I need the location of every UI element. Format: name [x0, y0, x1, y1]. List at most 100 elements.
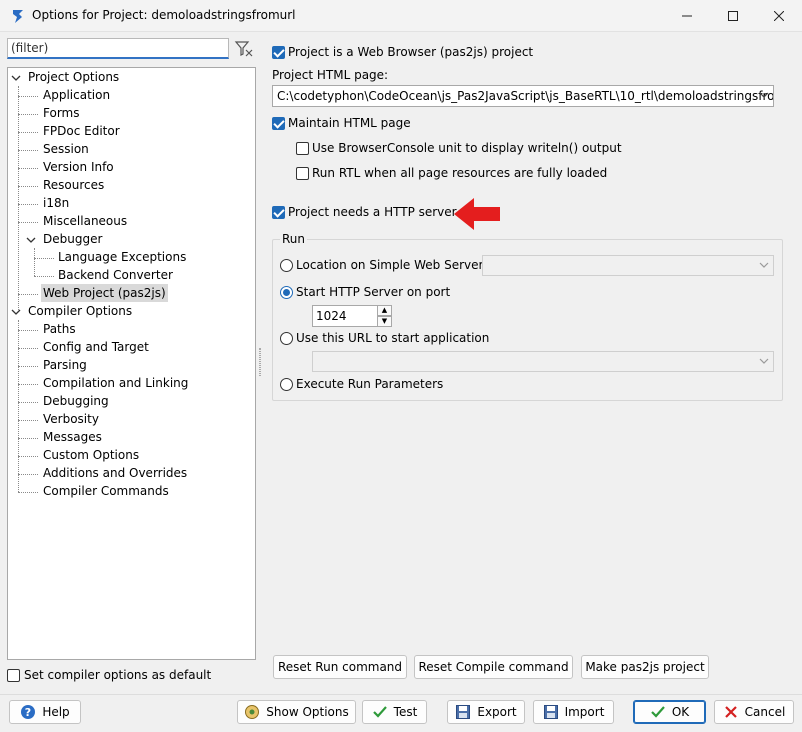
title-bar: Options for Project: demoloadstringsfrom…: [0, 0, 802, 32]
reset-run-button[interactable]: Reset Run command: [273, 655, 407, 679]
tree-item-messages[interactable]: Messages: [43, 428, 102, 446]
needs-http-checkbox[interactable]: [272, 206, 285, 219]
show-options-button[interactable]: Show Options: [237, 700, 356, 724]
clear-filter-icon[interactable]: [234, 39, 254, 59]
tree-item-paths[interactable]: Paths: [43, 320, 76, 338]
make-pas2js-button[interactable]: Make pas2js project: [581, 655, 709, 679]
tree-item-version-info[interactable]: Version Info: [43, 158, 114, 176]
location-simple-label: Location on Simple Web Server: [296, 258, 484, 272]
close-button[interactable]: [756, 0, 802, 32]
import-button-label: Import: [564, 705, 605, 719]
maintain-html-label: Maintain HTML page: [288, 116, 411, 130]
ok-button[interactable]: OK: [633, 700, 706, 724]
ok-button-label: OK: [671, 705, 690, 719]
needs-http-label: Project needs a HTTP server: [288, 205, 457, 219]
tree-item-application[interactable]: Application: [43, 86, 110, 104]
make-pas2js-button-label: Make pas2js project: [585, 660, 705, 674]
red-arrow-annotation: [454, 198, 500, 230]
start-http-radio[interactable]: [280, 286, 293, 299]
execute-params-radio[interactable]: [280, 378, 293, 391]
cancel-x-icon: [724, 706, 737, 718]
chevron-down-icon[interactable]: [11, 73, 21, 83]
tree-item-compilation-and-linking[interactable]: Compilation and Linking: [43, 374, 188, 392]
tree-item-custom-options[interactable]: Custom Options: [43, 446, 139, 464]
reset-compile-button-label: Reset Compile command: [418, 660, 569, 674]
web-browser-project-checkbox[interactable]: [272, 46, 285, 59]
maximize-icon: [728, 11, 738, 21]
html-page-value: C:\codetyphon\CodeOcean\js_Pas2JavaScrip…: [277, 89, 774, 103]
panel-splitter[interactable]: [259, 348, 261, 376]
browser-console-label: Use BrowserConsole unit to display write…: [312, 141, 622, 155]
web-browser-project-label: Project is a Web Browser (pas2js) projec…: [288, 45, 534, 59]
minimize-icon: [682, 15, 692, 17]
use-url-radio[interactable]: [280, 332, 293, 345]
chevron-down-icon: [759, 262, 769, 268]
tree-item-parsing[interactable]: Parsing: [43, 356, 87, 374]
show-options-button-label: Show Options: [266, 705, 349, 719]
test-button[interactable]: Test: [362, 700, 427, 724]
html-page-combo[interactable]: C:\codetyphon\CodeOcean\js_Pas2JavaScrip…: [272, 85, 774, 107]
set-default-checkbox[interactable]: [7, 669, 20, 682]
tree-item-project-options[interactable]: Project Options: [28, 68, 119, 86]
reset-run-button-label: Reset Run command: [277, 660, 403, 674]
tree-item-config-and-target[interactable]: Config and Target: [43, 338, 149, 356]
tree-item-forms[interactable]: Forms: [43, 104, 79, 122]
tree-item-debugging[interactable]: Debugging: [43, 392, 109, 410]
cancel-button[interactable]: Cancel: [714, 700, 794, 724]
use-url-combo[interactable]: [312, 351, 774, 372]
html-page-label: Project HTML page:: [272, 68, 389, 82]
check-icon: [372, 706, 387, 718]
use-url-label: Use this URL to start application: [296, 331, 490, 345]
tree-item-resources[interactable]: Resources: [43, 176, 104, 194]
options-tree[interactable]: Project Options Application Forms FPDoc …: [7, 67, 256, 660]
cancel-button-label: Cancel: [744, 705, 786, 719]
import-button[interactable]: Import: [533, 700, 614, 724]
window-title: Options for Project: demoloadstringsfrom…: [32, 8, 296, 22]
port-input[interactable]: 1024: [312, 305, 378, 327]
app-logo-icon: [13, 10, 23, 23]
run-rtl-checkbox[interactable]: [296, 167, 309, 180]
tree-item-fpdoc-editor[interactable]: FPDoc Editor: [43, 122, 120, 140]
maximize-button[interactable]: [710, 0, 756, 32]
run-rtl-label: Run RTL when all page resources are full…: [312, 166, 608, 180]
maintain-html-checkbox[interactable]: [272, 117, 285, 130]
minimize-button[interactable]: [664, 0, 710, 32]
tree-item-compiler-options[interactable]: Compiler Options: [28, 302, 132, 320]
tree-item-verbosity[interactable]: Verbosity: [43, 410, 99, 428]
tree-item-backend-converter[interactable]: Backend Converter: [58, 266, 173, 284]
port-down-button[interactable]: ▼: [377, 316, 392, 327]
export-button-label: Export: [477, 705, 517, 719]
port-up-button[interactable]: ▲: [377, 305, 392, 316]
set-default-label: Set compiler options as default: [24, 668, 212, 682]
start-http-label: Start HTTP Server on port: [296, 285, 451, 299]
close-icon: [774, 11, 784, 21]
tree-item-i18n[interactable]: i18n: [43, 194, 69, 212]
check-icon: [651, 706, 665, 718]
help-button[interactable]: ? Help: [9, 700, 81, 724]
chevron-down-icon[interactable]: [26, 235, 36, 245]
location-simple-radio[interactable]: [280, 259, 293, 272]
footer-divider: [0, 694, 802, 695]
chevron-down-icon[interactable]: [11, 307, 21, 317]
save-icon: [456, 705, 471, 719]
tree-item-miscellaneous[interactable]: Miscellaneous: [43, 212, 127, 230]
chevron-down-icon: [759, 358, 769, 364]
browser-console-checkbox[interactable]: [296, 142, 309, 155]
location-simple-combo[interactable]: [482, 255, 774, 276]
tree-item-compiler-commands[interactable]: Compiler Commands: [43, 482, 169, 500]
filter-input[interactable]: (filter): [7, 38, 229, 59]
reset-compile-button[interactable]: Reset Compile command: [414, 655, 573, 679]
run-group-title: Run: [280, 232, 308, 246]
execute-params-label: Execute Run Parameters: [296, 377, 444, 391]
tree-item-debugger[interactable]: Debugger: [43, 230, 102, 248]
tree-item-web-project[interactable]: Web Project (pas2js): [41, 284, 168, 302]
export-button[interactable]: Export: [447, 700, 525, 724]
help-icon: ?: [21, 705, 36, 719]
tree-item-additions-and-overrides[interactable]: Additions and Overrides: [43, 464, 187, 482]
tree-item-language-exceptions[interactable]: Language Exceptions: [58, 248, 186, 266]
test-button-label: Test: [393, 705, 418, 719]
chevron-down-icon: [759, 92, 769, 98]
svg-text:?: ?: [25, 706, 31, 719]
help-button-label: Help: [42, 705, 70, 719]
tree-item-session[interactable]: Session: [43, 140, 89, 158]
